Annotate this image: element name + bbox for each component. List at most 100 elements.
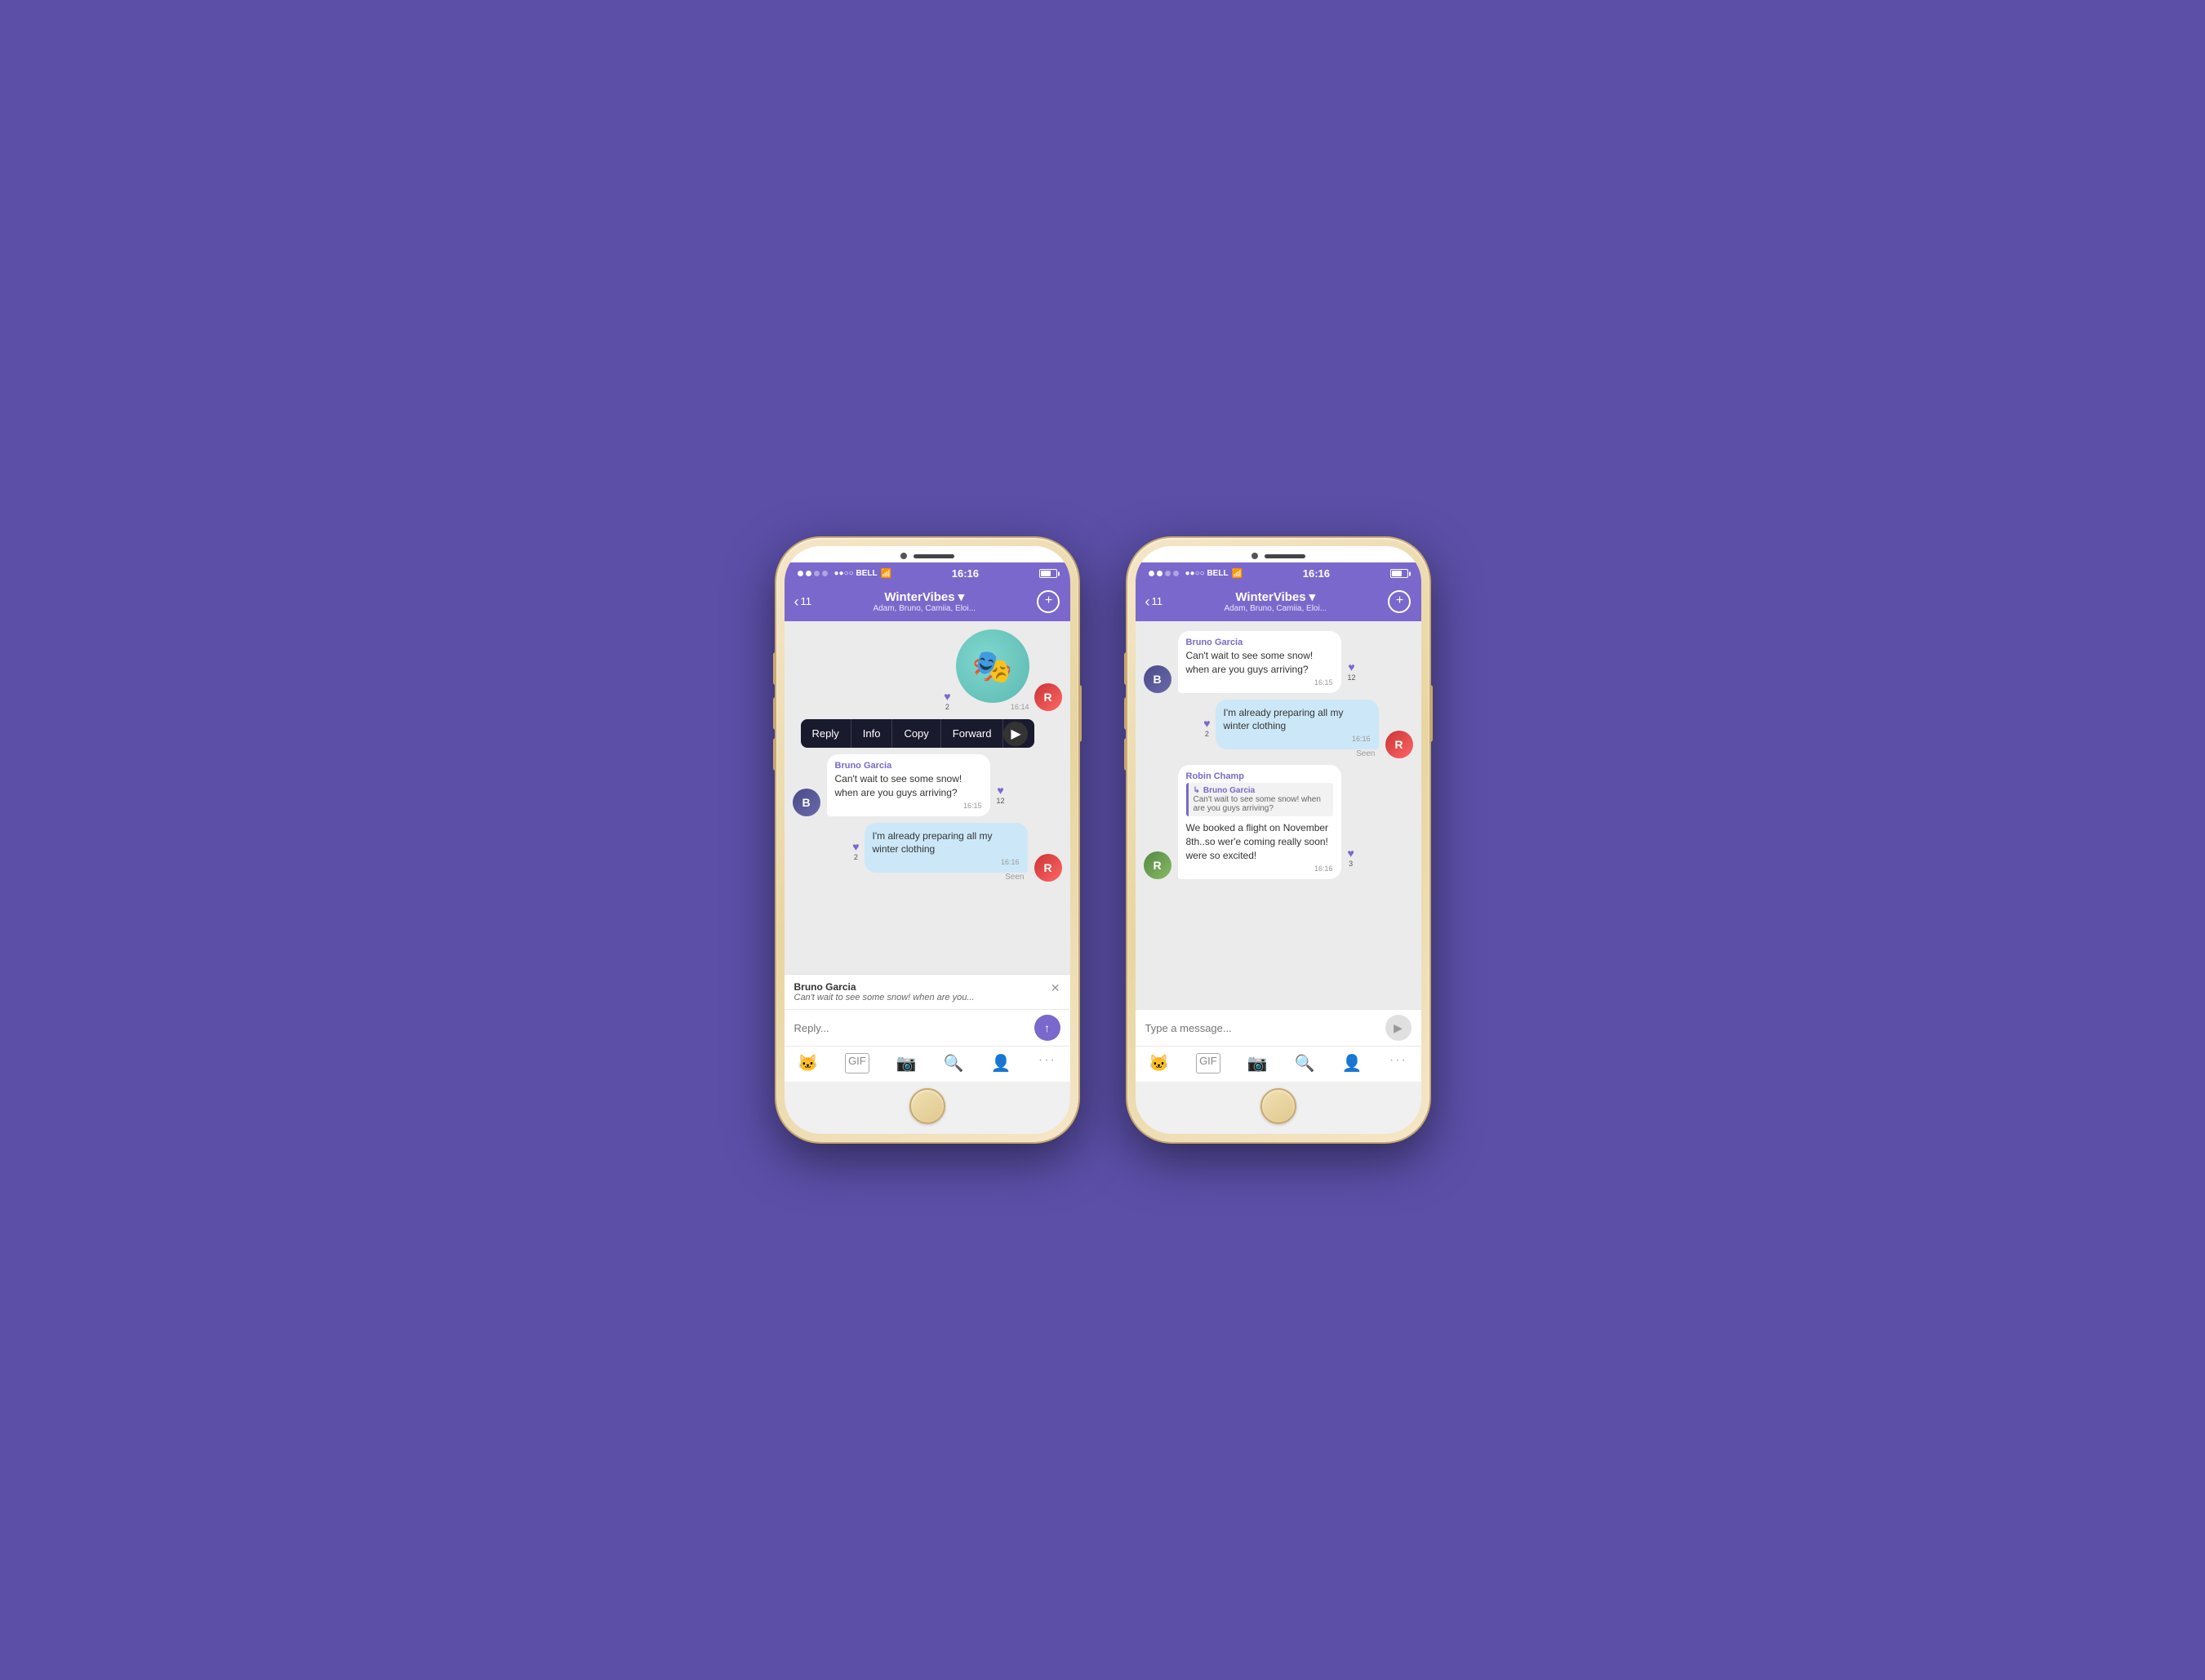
r-sender-name-bruno: Bruno Garcia xyxy=(1186,638,1333,647)
input-bar-right: ▶ xyxy=(1136,1009,1421,1046)
signal-dot-r4 xyxy=(1173,571,1179,576)
signal-dots-right xyxy=(1149,571,1179,576)
message-row-bruno: B Bruno Garcia Can't wait to see some sn… xyxy=(793,754,1062,816)
r-message-time-robin: 16:16 xyxy=(1186,864,1333,873)
chat-title-right: WinterVibes ▾ xyxy=(1224,589,1327,604)
send-button-left[interactable]: ↑ xyxy=(1034,1015,1060,1041)
more-button-right[interactable]: ··· xyxy=(1389,1053,1407,1073)
contacts-button-left[interactable]: 👤 xyxy=(991,1053,1011,1073)
r-message-text-robin: We booked a flight on November 8th..so w… xyxy=(1186,821,1333,862)
carrier-label: ●●○○ BELL xyxy=(834,569,878,578)
add-contact-button-right[interactable]: + xyxy=(1388,590,1411,613)
home-button-right[interactable] xyxy=(1260,1088,1296,1124)
signal-dot-r3 xyxy=(1165,571,1171,576)
back-button-left[interactable]: ‹ 11 xyxy=(794,594,812,609)
message-input-left[interactable] xyxy=(794,1022,1028,1034)
r-message-row-bruno: B Bruno Garcia Can't wait to see some sn… xyxy=(1144,631,1413,693)
info-menu-item[interactable]: Info xyxy=(851,719,893,748)
r-avatar-outgoing: R xyxy=(1385,731,1413,758)
nav-center-left[interactable]: WinterVibes ▾ Adam, Bruno, Camiia, Eloi.… xyxy=(873,589,976,613)
camera-button-right[interactable]: 📷 xyxy=(1247,1053,1268,1073)
home-button-area-right xyxy=(1136,1082,1421,1134)
wifi-icon-right: 📶 xyxy=(1232,568,1243,579)
nav-center-right[interactable]: WinterVibes ▾ Adam, Bruno, Camiia, Eloi.… xyxy=(1224,589,1327,613)
status-time-left: 16:16 xyxy=(952,567,979,580)
back-count-left: 11 xyxy=(801,595,812,607)
reply-menu-item[interactable]: Reply xyxy=(801,719,851,748)
r-message-time-outgoing: 16:16 xyxy=(1224,735,1371,743)
search-button-right[interactable]: 🔍 xyxy=(1295,1053,1315,1073)
r-like-count-bruno: 12 xyxy=(1348,673,1356,682)
home-button-left[interactable] xyxy=(909,1088,945,1124)
gif-button-left[interactable]: GIF xyxy=(845,1053,869,1073)
back-count-right: 11 xyxy=(1152,595,1163,607)
forward-menu-item[interactable]: Forward xyxy=(941,719,1004,748)
r-avatar-robin: R xyxy=(1144,851,1171,879)
heart-icon-bruno[interactable]: ♥ xyxy=(997,784,1003,797)
signal-dot-r1 xyxy=(1149,571,1154,576)
seen-label: Seen xyxy=(1005,873,1027,882)
toolbar-left: 🐱 GIF 📷 🔍 👤 ··· xyxy=(785,1046,1070,1082)
send-button-right[interactable]: ▶ xyxy=(1385,1015,1411,1041)
gif-button-right[interactable]: GIF xyxy=(1196,1053,1220,1073)
reply-preview-text: Can't wait to see some snow! when are yo… xyxy=(794,993,975,1002)
status-bar-left: ●●○○ BELL 📶 16:16 xyxy=(785,562,1070,583)
message-input-right[interactable] xyxy=(1145,1022,1379,1034)
signal-dot-1 xyxy=(798,571,803,576)
chat-area-right: B Bruno Garcia Can't wait to see some sn… xyxy=(1136,621,1421,1009)
r-bubble-bruno: Bruno Garcia Can't wait to see some snow… xyxy=(1178,631,1341,693)
signal-dot-4 xyxy=(822,571,828,576)
r-like-count-robin: 3 xyxy=(1349,860,1353,868)
back-arrow-icon: ‹ xyxy=(794,594,799,609)
reply-header: Bruno Garcia Can't wait to see some snow… xyxy=(794,981,1060,1002)
message-text-bruno: Can't wait to see some snow! when are yo… xyxy=(835,772,982,800)
r-message-text-bruno: Can't wait to see some snow! when are yo… xyxy=(1186,649,1333,677)
r-quoted-text: Can't wait to see some snow! when are yo… xyxy=(1194,795,1328,813)
r-heart-icon-outgoing[interactable]: ♥ xyxy=(1203,717,1210,730)
bubble-bruno: Bruno Garcia Can't wait to see some snow… xyxy=(827,754,990,816)
signal-dot-3 xyxy=(814,571,820,576)
play-button[interactable]: ▶ xyxy=(1003,722,1028,746)
back-arrow-icon-right: ‹ xyxy=(1145,594,1150,609)
emoji-button-right[interactable]: 🐱 xyxy=(1149,1053,1169,1073)
input-bar-left: ↑ xyxy=(785,1009,1070,1046)
message-row-outgoing: R ♥ 2 I'm already preparing all my winte… xyxy=(793,823,1062,882)
heart-icon-outgoing[interactable]: ♥ xyxy=(852,840,859,853)
status-left-right: ●●○○ BELL 📶 xyxy=(1149,568,1243,579)
home-button-area-left xyxy=(785,1082,1070,1134)
close-reply-button[interactable]: ✕ xyxy=(1051,981,1060,995)
back-button-right[interactable]: ‹ 11 xyxy=(1145,594,1163,609)
search-button-left[interactable]: 🔍 xyxy=(944,1053,964,1073)
camera-button-left[interactable]: 📷 xyxy=(896,1053,917,1073)
left-phone: ●●○○ BELL 📶 16:16 ‹ 11 Wint xyxy=(776,538,1078,1142)
signal-dot-2 xyxy=(806,571,811,576)
add-contact-icon: + xyxy=(1037,590,1060,613)
r-message-row-outgoing: R ♥ 2 I'm already preparing all my winte… xyxy=(1144,700,1413,759)
contacts-button-right[interactable]: 👤 xyxy=(1342,1053,1363,1073)
r-message-row-robin: R Robin Champ ↳ Bruno Garcia Can't wait … xyxy=(1144,765,1413,878)
r-heart-icon-bruno[interactable]: ♥ xyxy=(1348,660,1354,673)
avatar-bruno: B xyxy=(793,789,820,816)
more-button-left[interactable]: ··· xyxy=(1038,1053,1056,1073)
r-like-robin: ♥ 3 xyxy=(1348,847,1354,868)
phone-wrapper: ●●○○ BELL 📶 16:16 ‹ 11 Wint xyxy=(776,538,1429,1142)
sticker-like-count: 2 xyxy=(945,703,949,711)
message-time-bruno: 16:15 xyxy=(835,802,982,810)
avatar-sender-sticker: R xyxy=(1034,683,1062,711)
battery-fill xyxy=(1041,571,1051,576)
add-contact-button-left[interactable]: + xyxy=(1037,590,1060,613)
r-message-time-bruno: 16:15 xyxy=(1186,678,1333,687)
phone-top-right xyxy=(1136,546,1421,562)
battery-icon-right xyxy=(1390,569,1408,578)
r-like-bruno: ♥ 12 xyxy=(1348,660,1356,682)
bubble-outgoing: I'm already preparing all my winter clot… xyxy=(865,823,1028,873)
r-bubble-outgoing: I'm already preparing all my winter clot… xyxy=(1216,700,1379,750)
r-bubble-robin: Robin Champ ↳ Bruno Garcia Can't wait to… xyxy=(1178,765,1341,878)
copy-menu-item[interactable]: Copy xyxy=(892,719,940,748)
nav-bar-right: ‹ 11 WinterVibes ▾ Adam, Bruno, Camiia, … xyxy=(1136,583,1421,621)
heart-icon-sticker[interactable]: ♥ xyxy=(944,690,950,703)
emoji-button-left[interactable]: 🐱 xyxy=(798,1053,818,1073)
message-text-outgoing: I'm already preparing all my winter clot… xyxy=(873,829,1020,857)
r-heart-icon-robin[interactable]: ♥ xyxy=(1348,847,1354,860)
like-count-bruno: 12 xyxy=(997,797,1005,805)
